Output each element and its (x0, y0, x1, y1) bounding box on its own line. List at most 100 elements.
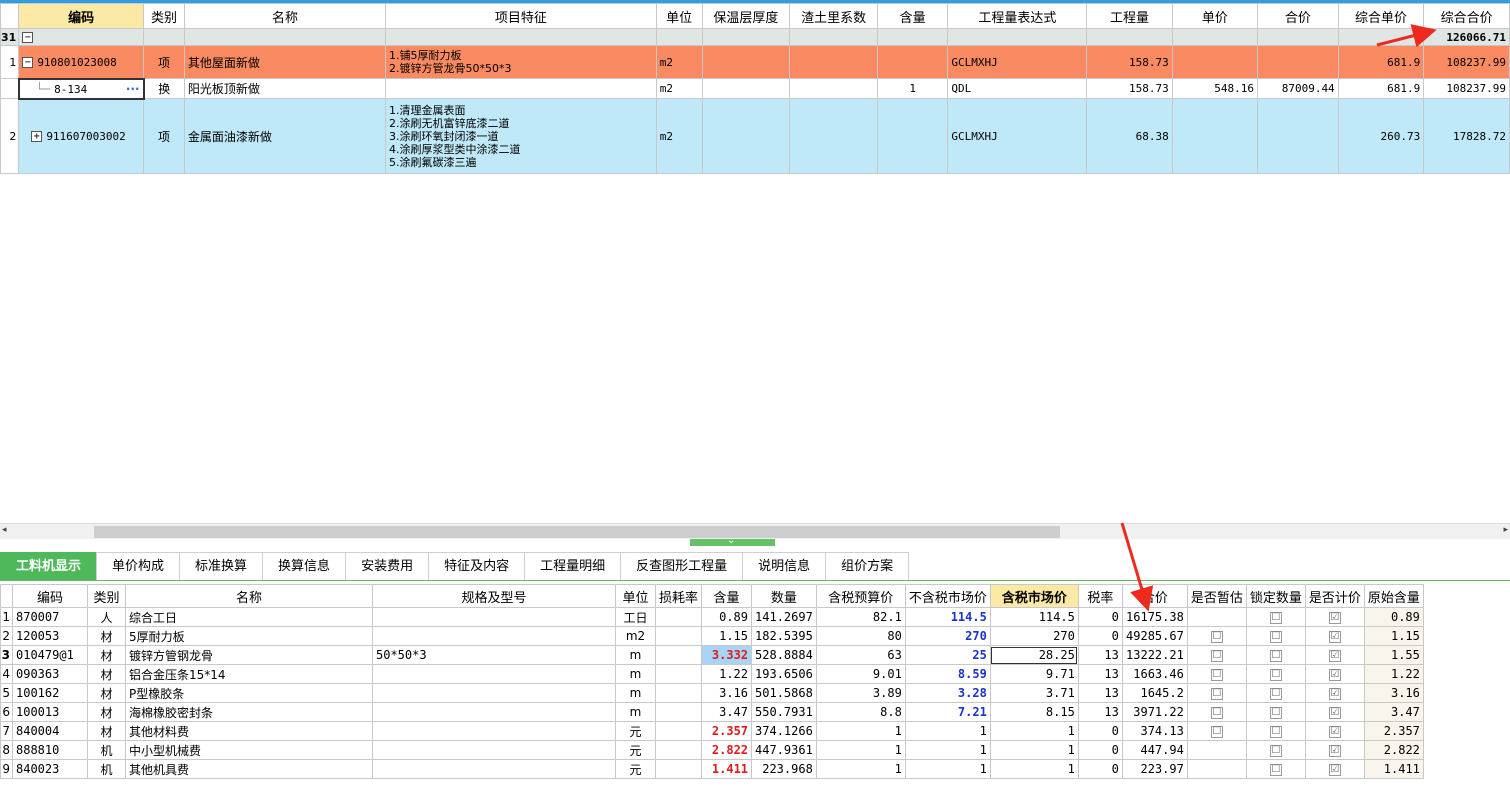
lock-qty-box-icon[interactable]: ☐ (1269, 630, 1282, 643)
lock-qty-checkbox[interactable]: ☐ (1245, 626, 1306, 646)
is-temp-box-icon[interactable]: ☐ (1210, 706, 1223, 719)
lower-header-lock[interactable]: 锁定数量 (1245, 584, 1306, 608)
upper-header-qty[interactable]: 工程量 (1086, 3, 1173, 29)
lower-header-total[interactable]: 合价 (1121, 584, 1188, 608)
upper-header-expr[interactable]: 工程量表达式 (947, 3, 1088, 29)
is-temp-checkbox[interactable] (1186, 759, 1247, 779)
resource-market[interactable]: 8.59 (904, 664, 991, 684)
lock-qty-box-icon[interactable]: ☐ (1269, 763, 1282, 776)
is-temp-checkbox[interactable] (1186, 607, 1247, 627)
lock-qty-checkbox[interactable]: ☐ (1245, 759, 1306, 779)
collapse-icon[interactable]: − (22, 56, 34, 68)
tab-reverse-graphic-quantity[interactable]: 反查图形工程量 (620, 552, 744, 580)
is-temp-checkbox[interactable]: ☐ (1186, 626, 1247, 646)
lock-qty-checkbox[interactable]: ☐ (1245, 683, 1306, 703)
table-row[interactable]: 1 −910801023008 项 其他屋面新做 1.铺5厚耐力板 2.镀锌方管… (0, 45, 1510, 79)
resource-loss[interactable] (654, 664, 703, 684)
lower-header-loss[interactable]: 损耗率 (654, 584, 703, 608)
table-row-summary[interactable]: 31 − 126066.71 (0, 28, 1510, 46)
resource-market[interactable]: 1 (904, 721, 991, 741)
is-temp-checkbox[interactable] (1186, 740, 1247, 760)
is-priced-box-icon[interactable]: ☑ (1328, 687, 1341, 700)
is-temp-checkbox[interactable]: ☐ (1186, 664, 1247, 684)
item-code[interactable]: └─ 8-134 ··· (17, 77, 145, 100)
resource-spec[interactable] (372, 683, 616, 703)
is-priced-checkbox[interactable]: ☑ (1304, 702, 1365, 722)
lock-qty-checkbox[interactable]: ☐ (1245, 721, 1306, 741)
is-priced-checkbox[interactable]: ☑ (1304, 721, 1365, 741)
table-row[interactable]: 2 +911607003002 项 金属面油漆新做 1.清理金属表面 2.涂刷无… (0, 98, 1510, 174)
lock-qty-checkbox[interactable]: ☐ (1245, 607, 1306, 627)
is-temp-box-icon[interactable]: ☐ (1210, 649, 1223, 662)
resource-content[interactable]: 3.332 (701, 645, 753, 665)
resource-content[interactable]: 1.22 (701, 664, 753, 684)
is-temp-box-icon[interactable]: ☐ (1210, 687, 1223, 700)
is-priced-box-icon[interactable]: ☑ (1328, 611, 1341, 624)
lock-qty-checkbox[interactable]: ☐ (1245, 702, 1306, 722)
lock-qty-box-icon[interactable]: ☐ (1269, 649, 1282, 662)
lock-qty-box-icon[interactable]: ☐ (1269, 668, 1282, 681)
resource-taxmarket[interactable]: 270 (989, 626, 1079, 646)
table-row[interactable]: 5 100162 材 P型橡胶条 m 3.16 501.5868 3.89 3.28 3.71 13… (0, 683, 1424, 703)
is-priced-box-icon[interactable]: ☑ (1328, 668, 1341, 681)
resource-taxmarket[interactable]: 28.25 (989, 645, 1079, 665)
upper-header-type[interactable]: 类别 (143, 3, 185, 29)
is-temp-checkbox[interactable]: ☐ (1186, 683, 1247, 703)
lower-header-temp[interactable]: 是否暂估 (1186, 584, 1247, 608)
collapse-icon[interactable]: − (22, 32, 34, 43)
resource-content[interactable]: 3.16 (701, 683, 753, 703)
lower-header-priced[interactable]: 是否计价 (1304, 584, 1365, 608)
lower-header-rate[interactable]: 税率 (1077, 584, 1123, 608)
resource-spec[interactable] (372, 664, 616, 684)
resource-loss[interactable] (654, 607, 703, 627)
is-priced-checkbox[interactable]: ☑ (1304, 740, 1365, 760)
resource-market[interactable]: 1 (904, 740, 991, 760)
tab-pricing-scheme[interactable]: 组价方案 (825, 552, 910, 580)
table-row[interactable]: 9 840023 机其他机具费元 1.411 223.968 1 1 1 0 223.97 ☐ ☑ 1.… (0, 759, 1424, 779)
lock-qty-box-icon[interactable]: ☐ (1269, 611, 1282, 624)
is-priced-checkbox[interactable]: ☑ (1304, 645, 1365, 665)
table-row[interactable]: └─ 8-134 ··· 换 阳光板顶新做 m2 1 QDL 158.73 548… (0, 77, 1510, 100)
scrollbar-thumb[interactable] (94, 526, 1060, 538)
is-temp-checkbox[interactable]: ☐ (1186, 645, 1247, 665)
item-code[interactable]: +911607003002 (18, 98, 145, 174)
tab-features-content[interactable]: 特征及内容 (428, 552, 526, 580)
is-priced-box-icon[interactable]: ☑ (1328, 649, 1341, 662)
resource-market[interactable]: 3.28 (904, 683, 991, 703)
lower-header-spec[interactable]: 规格及型号 (372, 584, 616, 608)
lower-header-name[interactable]: 名称 (125, 584, 373, 608)
is-priced-box-icon[interactable]: ☑ (1328, 706, 1341, 719)
upper-header-amount[interactable]: 合价 (1257, 3, 1339, 29)
resource-spec[interactable] (372, 702, 616, 722)
is-temp-box-icon[interactable]: ☐ (1210, 630, 1223, 643)
is-priced-box-icon[interactable]: ☑ (1328, 744, 1341, 757)
lower-header-code[interactable]: 编码 (12, 584, 88, 608)
resource-spec[interactable]: 50*50*3 (372, 645, 616, 665)
lock-qty-box-icon[interactable]: ☐ (1269, 706, 1282, 719)
lock-qty-checkbox[interactable]: ☐ (1245, 740, 1306, 760)
resource-taxmarket[interactable]: 1 (989, 740, 1079, 760)
tab-quantity-detail[interactable]: 工程量明细 (524, 552, 622, 580)
expand-icon[interactable]: + (31, 131, 43, 143)
collapse-toggle[interactable]: − (18, 28, 145, 46)
resource-taxmarket[interactable]: 9.71 (989, 664, 1079, 684)
chevron-down-icon[interactable]: ⌄ (727, 535, 735, 546)
lower-header-type[interactable]: 类别 (87, 584, 126, 608)
lock-qty-checkbox[interactable]: ☐ (1245, 645, 1306, 665)
resource-market[interactable]: 25 (904, 645, 991, 665)
resource-loss[interactable] (654, 683, 703, 703)
resource-loss[interactable] (654, 740, 703, 760)
scroll-left-icon[interactable]: ◂ (2, 525, 7, 535)
resource-loss[interactable] (654, 702, 703, 722)
lower-header-market[interactable]: 不含税市场价 (904, 584, 991, 608)
resource-loss[interactable] (654, 759, 703, 779)
is-priced-box-icon[interactable]: ☑ (1328, 725, 1341, 738)
item-code[interactable]: −910801023008 (18, 45, 145, 79)
resource-content[interactable]: 1.15 (701, 626, 753, 646)
scroll-right-icon[interactable]: ▸ (1503, 525, 1508, 535)
resource-market[interactable]: 7.21 (904, 702, 991, 722)
resource-content[interactable]: 2.822 (701, 740, 753, 760)
resource-loss[interactable] (654, 721, 703, 741)
lower-header-qty[interactable]: 数量 (751, 584, 817, 608)
tab-standard-conversion[interactable]: 标准换算 (179, 552, 264, 580)
